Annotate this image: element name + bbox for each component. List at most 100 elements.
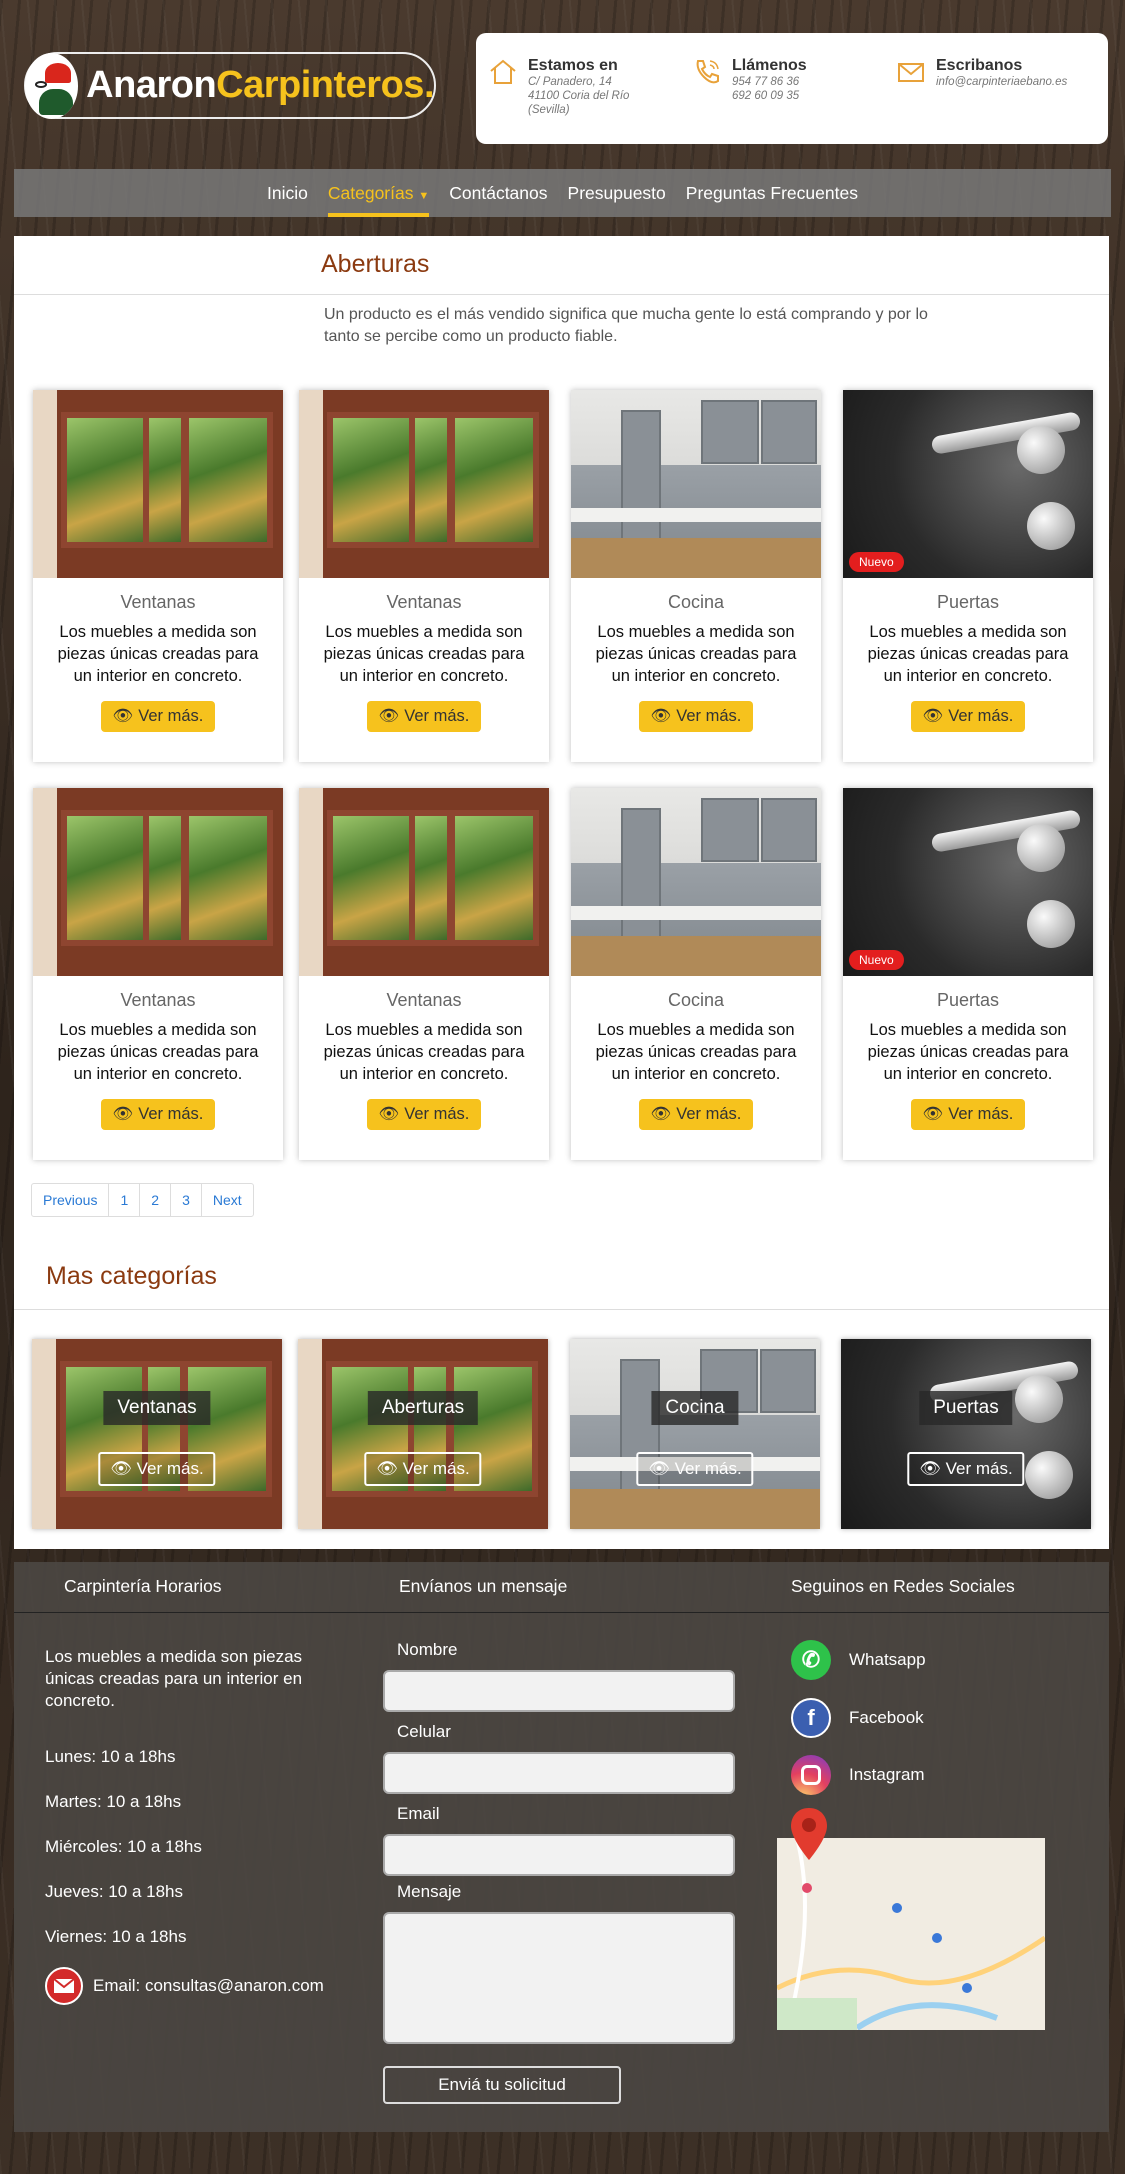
kitchen-photo (570, 1339, 820, 1529)
product-title: Puertas (936, 990, 1000, 1010)
product-card: Ventanas Los muebles a medida son piezas … (33, 390, 283, 762)
category-tile[interactable]: Aberturas 👁 Ver más. (298, 1339, 548, 1529)
category-tile[interactable]: Ventanas 👁 Ver más. (32, 1339, 282, 1529)
contact-info-box: Estamos en C/ Panadero, 14 41100 Coria de… (476, 33, 1108, 144)
brand-logo[interactable]: AnaronCarpinteros. (24, 52, 436, 119)
map-pin-icon (791, 1808, 827, 1860)
category-label: Aberturas (367, 1391, 479, 1425)
submit-button[interactable]: Enviá tu solicitud (383, 2066, 621, 2104)
view-more-button[interactable]: 👁 Ver más. (910, 701, 1026, 732)
view-more-button[interactable]: 👁 Ver más. (910, 1099, 1026, 1130)
view-more-button[interactable]: 👁 Ver más. (366, 1099, 482, 1130)
contact-email[interactable]: Escribanos info@carpinteriaebano.es (896, 57, 1067, 89)
whatsapp-icon: ✆ (791, 1640, 831, 1680)
door-handle-photo (841, 1339, 1091, 1529)
caret-down-icon: ▼ (418, 189, 430, 202)
eye-icon: 👁 (110, 1459, 132, 1478)
name-field[interactable] (383, 1670, 735, 1712)
location-map[interactable] (777, 1838, 1045, 2030)
nav-inicio[interactable]: Inicio (267, 183, 308, 204)
kitchen-photo (571, 390, 821, 578)
product-title: Ventanas (386, 990, 462, 1010)
view-more-button[interactable]: 👁 Ver más. (100, 701, 216, 732)
category-tile[interactable]: Puertas 👁 Ver más. (841, 1339, 1091, 1529)
nav-presupuesto[interactable]: Presupuesto (568, 183, 666, 204)
product-card: Nuevo Puertas Los muebles a medida son pie… (843, 788, 1093, 1160)
new-badge: Nuevo (849, 552, 904, 572)
eye-icon: 👁 (378, 707, 400, 725)
product-title: Ventanas (386, 592, 462, 612)
phone-field[interactable] (383, 1752, 735, 1794)
message-textarea[interactable] (383, 1912, 735, 2044)
view-more-button[interactable]: 👁 Ver más. (366, 701, 482, 732)
window-photo (298, 1339, 548, 1529)
nav-categorias[interactable]: Categorías ▼ (327, 183, 430, 217)
name-label: Nombre (397, 1640, 458, 1659)
nav-contactanos[interactable]: Contáctanos (449, 183, 547, 204)
door-handle-photo: Nuevo (843, 390, 1093, 578)
footer-email[interactable]: Email: consultas@anaron.com (45, 1967, 324, 2005)
pagination-page-3[interactable]: 3 (170, 1184, 201, 1216)
product-card: Cocina Los muebles a medida son piezas ún… (571, 788, 821, 1160)
eye-icon: 👁 (376, 1459, 398, 1478)
window-photo (299, 390, 549, 578)
window-photo (33, 788, 283, 976)
view-more-button[interactable]: 👁 Ver más. (98, 1452, 216, 1486)
product-title: Cocina (667, 592, 725, 612)
view-more-button[interactable]: 👁 Ver más. (100, 1099, 216, 1130)
view-more-button[interactable]: 👁 Ver más. (638, 1099, 754, 1130)
product-card: Ventanas Los muebles a medida son piezas … (299, 390, 549, 762)
pagination: Previous 1 2 3 Next (31, 1183, 254, 1217)
eye-icon: 👁 (922, 707, 944, 725)
view-more-button[interactable]: 👁 Ver más. (907, 1452, 1025, 1486)
social-whatsapp[interactable]: ✆ Whatsapp (791, 1640, 926, 1680)
contact-phone[interactable]: Llámenos 954 77 86 36 692 60 09 35 (692, 57, 807, 103)
social-facebook[interactable]: f Facebook (791, 1698, 924, 1738)
pagination-next[interactable]: Next (200, 1184, 253, 1216)
nav-preguntas-frecuentes[interactable]: Preguntas Frecuentes (686, 183, 858, 204)
contact-address: Estamos en C/ Panadero, 14 41100 Coria de… (488, 57, 629, 117)
section-title: Aberturas (321, 250, 430, 278)
hours-monday: Lunes: 10 a 18hs (45, 1747, 176, 1766)
window-photo (33, 390, 283, 578)
view-more-button[interactable]: 👁 Ver más. (636, 1452, 754, 1486)
product-card: Cocina Los muebles a medida son piezas ún… (571, 390, 821, 762)
category-label: Ventanas (103, 1391, 211, 1425)
footer-social-title: Seguinos en Redes Sociales (791, 1576, 1015, 1596)
phone-label: Celular (397, 1722, 451, 1741)
email-field[interactable] (383, 1834, 735, 1876)
pagination-page-1[interactable]: 1 (108, 1184, 139, 1216)
product-card: Ventanas Los muebles a medida son piezas … (33, 788, 283, 1160)
product-description: Los muebles a medida son piezas únicas c… (867, 1021, 1069, 1083)
mail-icon (45, 1967, 83, 2005)
product-title: Ventanas (120, 592, 196, 612)
product-card: Ventanas Los muebles a medida son piezas … (299, 788, 549, 1160)
woodpecker-logo-icon (25, 52, 79, 119)
social-instagram[interactable]: Instagram (791, 1755, 925, 1795)
hours-friday: Viernes: 10 a 18hs (45, 1927, 187, 1946)
eye-icon: 👁 (919, 1459, 941, 1478)
more-categories-title: Mas categorías (46, 1262, 217, 1290)
eye-icon: 👁 (112, 1105, 134, 1123)
message-label: Mensaje (397, 1882, 462, 1901)
window-photo (32, 1339, 282, 1529)
instagram-icon (791, 1755, 831, 1795)
divider (14, 1309, 1109, 1310)
facebook-icon: f (791, 1698, 831, 1738)
door-handle-photo: Nuevo (843, 788, 1093, 976)
pagination-previous[interactable]: Previous (32, 1184, 108, 1216)
eye-icon: 👁 (378, 1105, 400, 1123)
footer-message-title: Envíanos un mensaje (399, 1576, 568, 1596)
section-description: Un producto es el más vendido significa … (324, 306, 928, 345)
eye-icon: 👁 (648, 1459, 670, 1478)
main-navigation: Inicio Categorías ▼ Contáctanos Presupue… (14, 169, 1111, 217)
category-label: Cocina (651, 1391, 739, 1425)
view-more-button[interactable]: 👁 Ver más. (364, 1452, 482, 1486)
pagination-page-2[interactable]: 2 (139, 1184, 170, 1216)
category-tile[interactable]: Cocina 👁 Ver más. (570, 1339, 820, 1529)
view-more-button[interactable]: 👁 Ver más. (638, 701, 754, 732)
envelope-icon (898, 63, 924, 82)
product-description: Los muebles a medida son piezas únicas c… (323, 1021, 525, 1083)
divider (14, 294, 1109, 295)
kitchen-photo (571, 788, 821, 976)
